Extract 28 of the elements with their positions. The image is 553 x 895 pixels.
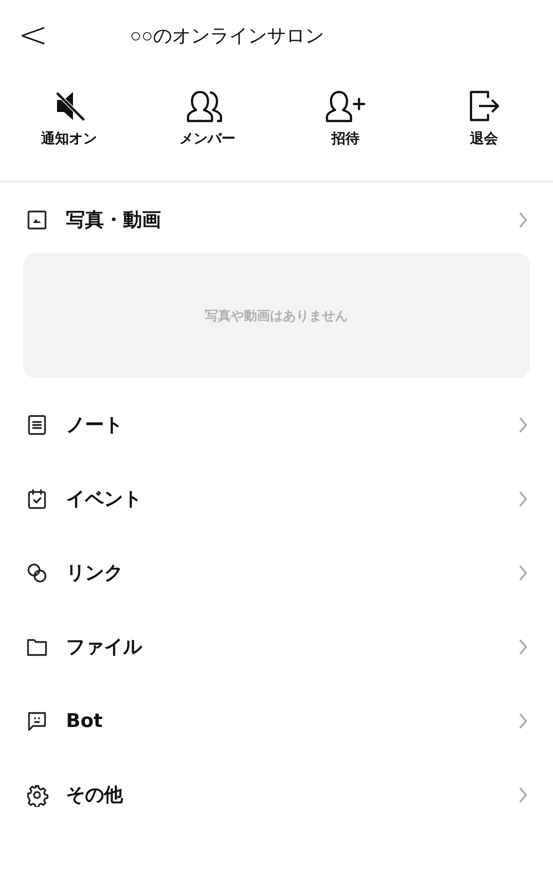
back-button[interactable]: < xyxy=(18,18,48,54)
chat-face-icon xyxy=(25,709,49,733)
calendar-icon xyxy=(25,487,49,511)
menu-row[interactable]: リンク xyxy=(0,536,553,610)
action-button[interactable]: 招待 xyxy=(290,88,401,148)
chevron-icon xyxy=(518,416,528,434)
media-row[interactable]: 写真・動画 xyxy=(0,183,553,257)
empty-message: 写真や動画はありません xyxy=(205,308,348,324)
action-button[interactable]: メンバー xyxy=(152,88,262,148)
link-icon xyxy=(25,561,49,585)
chevron-icon xyxy=(518,490,528,508)
menu-row[interactable]: その他 xyxy=(0,758,553,832)
chevron-icon xyxy=(518,638,528,656)
chevron-icon xyxy=(518,712,528,730)
menu-row[interactable]: ノート xyxy=(0,388,553,462)
chevron-icon xyxy=(518,564,528,582)
settings-icon xyxy=(25,783,49,807)
action-button[interactable]: 退会 xyxy=(428,88,539,148)
add-person-icon xyxy=(324,88,368,124)
menu-row[interactable]: ファイル xyxy=(0,610,553,684)
note-icon xyxy=(25,413,49,437)
image-icon xyxy=(25,208,49,232)
chevron-icon xyxy=(518,786,528,804)
chevron-icon xyxy=(518,211,528,229)
menu-row[interactable]: Bot xyxy=(0,684,553,758)
action-button[interactable]: 通知オン xyxy=(14,88,124,148)
menu-row[interactable]: イベント xyxy=(0,462,553,536)
group-title: ○○のオンラインサロン xyxy=(130,25,324,49)
